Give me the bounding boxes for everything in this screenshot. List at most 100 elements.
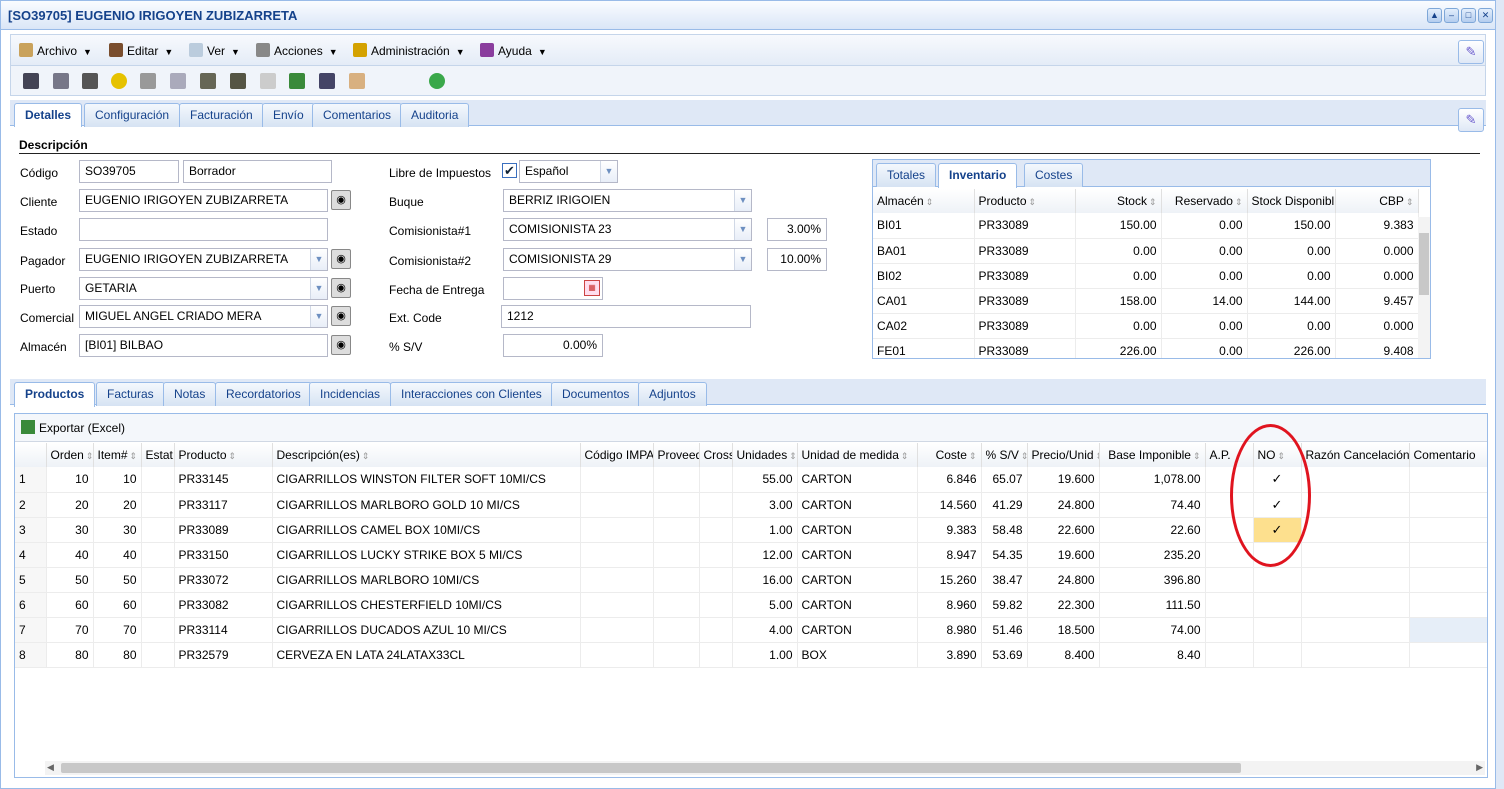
tab-incidencias[interactable]: Incidencias bbox=[309, 382, 392, 406]
tab-documentos[interactable]: Documentos bbox=[551, 382, 641, 406]
pagador-combo[interactable]: EUGENIO IRIGOYEN ZUBIZARRETA ▼ bbox=[79, 248, 328, 271]
menu-acciones[interactable]: Acciones ▼ bbox=[256, 42, 338, 60]
libre-impuestos-checkbox[interactable]: ✔ bbox=[502, 163, 517, 178]
tab-notas[interactable]: Notas bbox=[163, 382, 217, 406]
col-almacen[interactable]: Almacén ⇕ bbox=[873, 189, 975, 213]
edit-layout-button[interactable]: ✎ bbox=[1458, 40, 1484, 64]
collapse-icon[interactable]: ▲ bbox=[1427, 8, 1442, 23]
col-header[interactable]: Comentario bbox=[1409, 443, 1487, 467]
col-header[interactable]: Razón Cancelación⇕ bbox=[1301, 443, 1410, 467]
menu-administracion[interactable]: Administración ▼ bbox=[353, 42, 465, 60]
scroll-thumb[interactable] bbox=[61, 763, 1241, 773]
no-cell[interactable] bbox=[1253, 642, 1302, 668]
table-row[interactable]: 8 80 80 PR32579 CERVEZA EN LATA 24LATAX33CL 1… bbox=[15, 642, 1487, 668]
codigo-field[interactable]: SO39705 bbox=[79, 160, 179, 183]
inventory-row[interactable]: FE01 PR33089 226.00 0.00 226.00 9.408 bbox=[873, 338, 1419, 358]
refresh-icon[interactable] bbox=[429, 73, 445, 89]
lookup-icon[interactable]: ◉ bbox=[331, 335, 351, 355]
col-header[interactable]: Item# ⇕ bbox=[93, 443, 142, 467]
scroll-left-icon[interactable]: ◀ bbox=[47, 762, 54, 773]
tab-costes[interactable]: Costes bbox=[1024, 163, 1084, 187]
tab-recordatorios[interactable]: Recordatorios bbox=[215, 382, 312, 406]
col-cbp[interactable]: CBP ⇕ bbox=[1335, 189, 1419, 213]
comisionista2-combo[interactable]: COMISIONISTA 29 ▼ bbox=[503, 248, 752, 271]
comisionista1-combo[interactable]: COMISIONISTA 23 ▼ bbox=[503, 218, 752, 241]
estado-field[interactable] bbox=[79, 218, 328, 241]
chevron-down-icon[interactable]: ▼ bbox=[734, 249, 751, 270]
chevron-down-icon[interactable]: ▼ bbox=[310, 306, 327, 327]
report-icon[interactable] bbox=[349, 73, 365, 89]
ext-code-field[interactable]: 1212 bbox=[501, 305, 751, 328]
tab-inventario[interactable]: Inventario bbox=[938, 163, 1018, 188]
settings-icon[interactable] bbox=[230, 73, 246, 89]
cut-icon[interactable] bbox=[140, 73, 156, 89]
menu-editar[interactable]: Editar ▼ bbox=[109, 42, 173, 60]
tab-facturas[interactable]: Facturas bbox=[96, 382, 165, 406]
comercial-combo[interactable]: MIGUEL ANGEL CRIADO MERA ▼ bbox=[79, 305, 328, 328]
col-header[interactable]: Código IMPA bbox=[580, 443, 654, 467]
tab-envio[interactable]: Envío bbox=[262, 103, 315, 127]
tab-facturacion[interactable]: Facturación bbox=[179, 103, 264, 127]
comisionista1-pct[interactable]: 3.00% bbox=[767, 218, 827, 241]
scroll-thumb[interactable] bbox=[1419, 233, 1429, 295]
copy-icon[interactable] bbox=[170, 73, 186, 89]
tab-totales[interactable]: Totales bbox=[876, 163, 937, 187]
comisionista2-pct[interactable]: 10.00% bbox=[767, 248, 827, 271]
inventory-row[interactable]: BI02 PR33089 0.00 0.00 0.00 0.000 bbox=[873, 263, 1419, 289]
col-header[interactable]: % S/V⇕ bbox=[981, 443, 1028, 467]
col-stock-disponible[interactable]: Stock Disponibl bbox=[1247, 189, 1336, 213]
chevron-down-icon[interactable]: ▼ bbox=[310, 278, 327, 299]
tab-adjuntos[interactable]: Adjuntos bbox=[638, 382, 707, 406]
inventory-row[interactable]: CA02 PR33089 0.00 0.00 0.00 0.000 bbox=[873, 313, 1419, 339]
maximize-icon[interactable]: □ bbox=[1461, 8, 1476, 23]
chevron-down-icon[interactable]: ▼ bbox=[734, 219, 751, 240]
col-header[interactable]: Producto ⇕ bbox=[174, 443, 273, 467]
almacen-field[interactable]: [BI01] BILBAO bbox=[79, 334, 328, 357]
no-cell[interactable] bbox=[1253, 617, 1302, 643]
close-icon[interactable]: ✕ bbox=[1478, 8, 1493, 23]
inventory-row[interactable]: CA01 PR33089 158.00 14.00 144.00 9.457 bbox=[873, 288, 1419, 314]
menu-ayuda[interactable]: Ayuda ▼ bbox=[480, 42, 547, 60]
col-header[interactable]: Cross bbox=[699, 443, 733, 467]
star-icon[interactable] bbox=[111, 73, 127, 89]
print-icon[interactable] bbox=[53, 73, 69, 89]
col-header[interactable]: Unidad de medida ⇕ bbox=[797, 443, 918, 467]
estado-doc-field[interactable]: Borrador bbox=[183, 160, 332, 183]
col-header[interactable]: Precio/Unid⇕ bbox=[1027, 443, 1100, 467]
col-header[interactable]: Unidades ⇕ bbox=[732, 443, 798, 467]
lookup-icon[interactable]: ◉ bbox=[331, 249, 351, 269]
col-header[interactable]: Base Imponible ⇕ bbox=[1099, 443, 1206, 467]
idioma-combo[interactable]: Español ▼ bbox=[519, 160, 618, 183]
menu-archivo[interactable]: Archivo ▼ bbox=[19, 42, 92, 60]
tab-auditoria[interactable]: Auditoria bbox=[400, 103, 470, 127]
pos-icon[interactable] bbox=[319, 73, 335, 89]
menu-ver[interactable]: Ver ▼ bbox=[189, 42, 240, 60]
chevron-down-icon[interactable]: ▼ bbox=[310, 249, 327, 270]
cliente-field[interactable]: EUGENIO IRIGOYEN ZUBIZARRETA bbox=[79, 189, 328, 212]
col-reservado[interactable]: Reservado ⇕ bbox=[1161, 189, 1248, 213]
sv-field[interactable]: 0.00% bbox=[503, 334, 603, 357]
col-producto[interactable]: Producto ⇕ bbox=[974, 189, 1076, 213]
chevron-down-icon[interactable]: ▼ bbox=[734, 190, 751, 211]
lookup-icon[interactable]: ◉ bbox=[331, 190, 351, 210]
col-header[interactable]: Orden ⇕ bbox=[46, 443, 94, 467]
save-icon[interactable] bbox=[23, 73, 39, 89]
tab-comentarios[interactable]: Comentarios bbox=[312, 103, 403, 127]
calendar-icon[interactable]: ▦ bbox=[584, 280, 600, 296]
horizontal-scrollbar[interactable]: ◀ ▶ bbox=[45, 761, 1485, 775]
paste-icon[interactable] bbox=[200, 73, 216, 89]
excel-icon[interactable] bbox=[289, 73, 305, 89]
col-header[interactable]: Estat⇕ bbox=[141, 443, 175, 467]
chevron-down-icon[interactable]: ▼ bbox=[600, 161, 617, 182]
col-header[interactable]: Descripción(es) ⇕ bbox=[272, 443, 581, 467]
table-row[interactable]: 5 50 50 PR33072 CIGARRILLOS MARLBORO 10MI/CS… bbox=[15, 567, 1487, 593]
table-row[interactable]: 7 70 70 PR33114 CIGARRILLOS DUCADOS AZUL 10 … bbox=[15, 617, 1487, 643]
attach-icon[interactable] bbox=[260, 73, 276, 89]
tab-productos[interactable]: Productos bbox=[14, 382, 96, 407]
lookup-icon[interactable]: ◉ bbox=[331, 278, 351, 298]
no-cell[interactable] bbox=[1253, 567, 1302, 593]
table-row[interactable]: 6 60 60 PR33082 CIGARRILLOS CHESTERFIELD 10M… bbox=[15, 592, 1487, 618]
lookup-icon[interactable]: ◉ bbox=[331, 306, 351, 326]
export-excel-button[interactable]: Exportar (Excel) bbox=[21, 420, 125, 436]
buque-combo[interactable]: BERRIZ IRIGOIEN ▼ bbox=[503, 189, 752, 212]
